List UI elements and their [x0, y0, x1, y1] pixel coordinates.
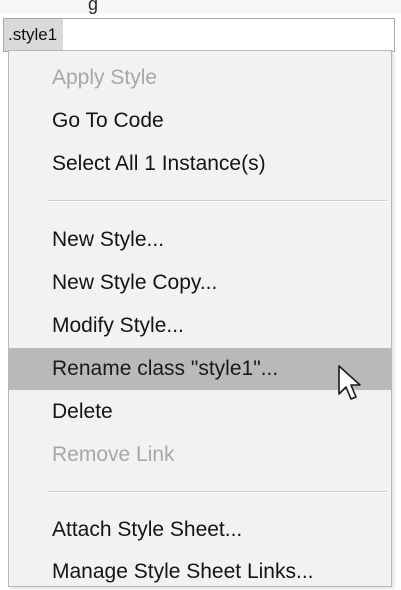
screenshot-stage: g .style1 Apply Style Go To Code Select … — [0, 0, 401, 590]
style-name-field[interactable]: .style1 — [3, 18, 395, 52]
menu-item-apply-style[interactable]: Apply Style — [9, 57, 391, 99]
selected-style-tag[interactable]: .style1 — [4, 19, 64, 51]
underlying-window-strip: g — [0, 0, 401, 14]
menu-separator — [47, 491, 387, 493]
menu-item-new-style[interactable]: New Style... — [9, 219, 391, 261]
style-context-menu: Apply Style Go To Code Select All 1 Inst… — [8, 50, 392, 587]
menu-item-new-style-copy[interactable]: New Style Copy... — [9, 262, 391, 304]
menu-item-select-all-instances[interactable]: Select All 1 Instance(s) — [9, 143, 391, 185]
menu-item-modify-style[interactable]: Modify Style... — [9, 305, 391, 347]
menu-item-remove-link[interactable]: Remove Link — [9, 434, 391, 476]
menu-item-attach-style-sheet[interactable]: Attach Style Sheet... — [9, 509, 391, 551]
menu-item-rename-class[interactable]: Rename class "style1"... — [9, 348, 391, 390]
menu-item-delete[interactable]: Delete — [9, 391, 391, 433]
menu-item-go-to-code[interactable]: Go To Code — [9, 100, 391, 142]
partial-text-fragment: g — [88, 0, 99, 14]
arrow-pointer-icon — [338, 365, 361, 400]
menu-separator — [47, 200, 387, 202]
menu-item-manage-style-sheet-links[interactable]: Manage Style Sheet Links... — [9, 551, 391, 590]
